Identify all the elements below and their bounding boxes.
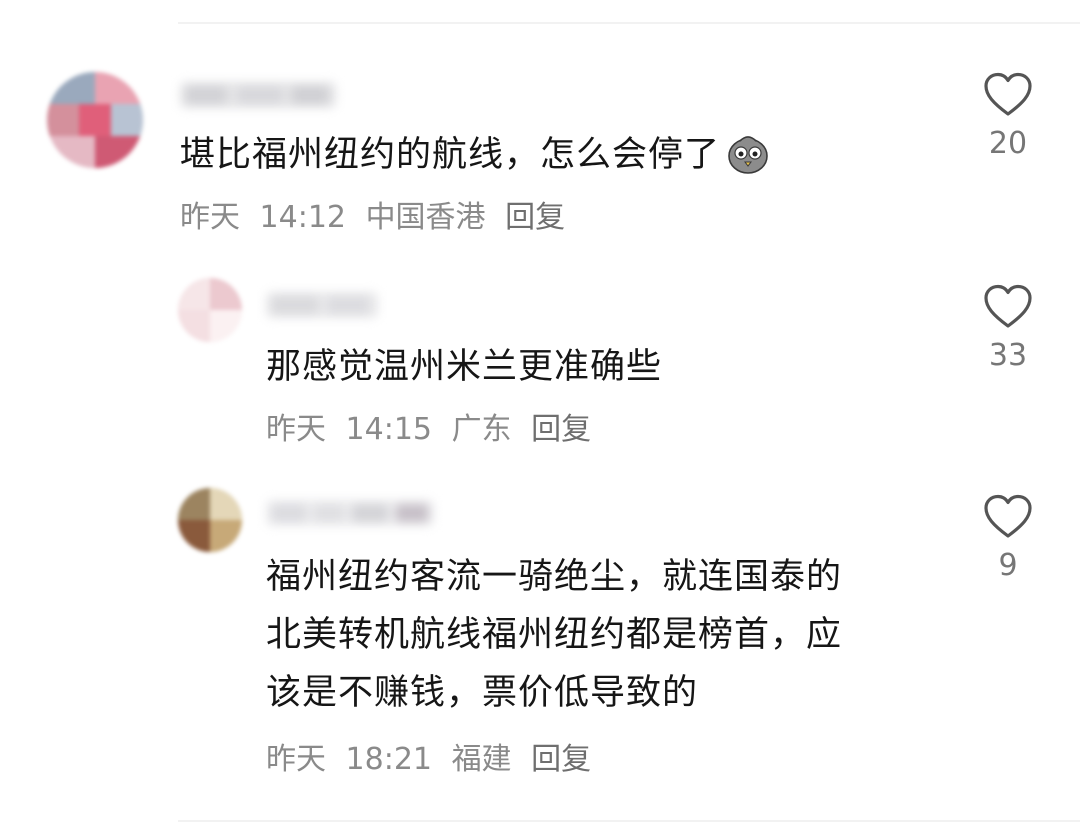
comment-time: 14:12 [259,200,347,235]
username[interactable] [266,500,434,526]
like-count: 20 [988,126,1028,161]
comment-location: 中国香港 [365,200,486,235]
username[interactable] [266,292,378,318]
top-divider [178,22,1080,24]
avatar[interactable] [178,488,242,552]
comment-meta: 昨天 18:21 福建 回复 [266,740,591,780]
speechless-pigeon-emoji-icon [726,131,770,175]
reply-button[interactable]: 回复 [531,412,591,447]
username[interactable] [180,82,336,108]
like-button[interactable]: 20 [968,72,1048,164]
like-count: 9 [998,548,1018,583]
reply-button[interactable]: 回复 [531,742,591,777]
like-count: 33 [988,338,1028,373]
avatar[interactable] [178,278,242,342]
comment-time: 14:15 [345,412,433,447]
heart-outline-icon [984,494,1032,538]
bottom-divider [178,820,1080,822]
comment-meta: 昨天 14:12 中国香港 回复 [180,198,565,238]
comment-location: 广东 [451,412,512,447]
comment-meta: 昨天 14:15 广东 回复 [266,410,591,450]
comment-date: 昨天 [266,412,326,447]
comment-text: 福州纽约客流一骑绝尘，就连国泰的 北美转机航线福州纽约都是榜首，应 该是不赚钱，… [266,548,842,722]
heart-outline-icon [984,72,1032,116]
comment-time: 18:21 [345,742,433,777]
avatar[interactable] [47,72,143,168]
heart-outline-icon [984,284,1032,328]
comment-text: 堪比福州纽约的航线，怎么会停了 [180,126,770,184]
like-button[interactable]: 9 [968,494,1048,586]
comment-text-line: 该是不赚钱，票价低导致的 [266,673,699,713]
comment-date: 昨天 [266,742,326,777]
like-button[interactable]: 33 [968,284,1048,376]
comment-text-line: 福州纽约客流一骑绝尘，就连国泰的 [266,557,843,597]
comment-location: 福建 [451,742,512,777]
comment-text-line: 北美转机航线福州纽约都是榜首，应 [266,615,843,655]
reply-button[interactable]: 回复 [505,200,565,235]
comment-date: 昨天 [180,200,240,235]
comment-text: 那感觉温州米兰更准确些 [266,347,663,387]
